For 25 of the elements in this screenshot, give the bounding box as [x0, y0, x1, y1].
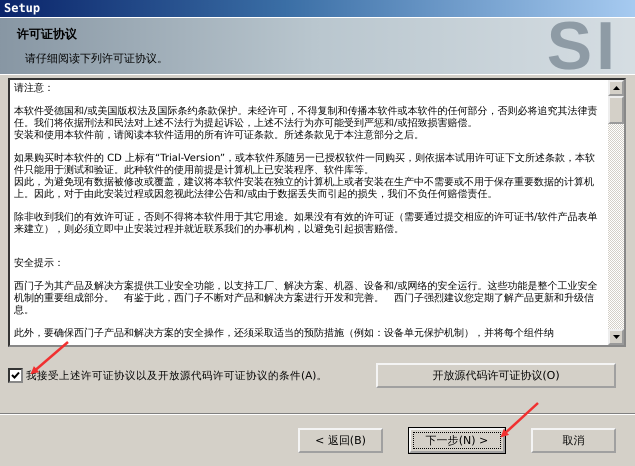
checkmark-icon [11, 371, 20, 380]
license-paragraph: 除非收到我们的有效许可证，否则不得将本软件用于其它用途。如果没有有效的许可证（需要通过提交相应的许可证书/软件产品表单来建立），则必须立即中止安装过程并就近联系我们的办事机构，以避免引起损害赔偿。 [14, 212, 598, 236]
scroll-thumb[interactable] [608, 96, 624, 124]
scroll-down-button[interactable] [608, 329, 624, 345]
license-paragraph: 因此，为避免现有数据被修改或覆盖，建议将本软件安装在独立的计算机上或者安装在生产中不需要或不用于保存重要数据的计算机上。因此，对于由此安装过程或因忽视此法律公告和/或由于数据丢失而引起的损失，我们不负任何赔偿责任。 [14, 177, 595, 201]
header-title: 许可证协议 [17, 26, 78, 43]
up-arrow-icon [612, 86, 620, 90]
license-paragraph: 如果购买时本软件的 CD 上标有“Trial-Version”，或本软件系随另一已授权软件一同购买，则依据本试用许可证下文所述条款，本软件只能用于测试和验证。此种软件的使用前提是计算机上已安装程序、软件库等。 [14, 153, 596, 176]
header-subtitle: 请仔细阅读下列许可证协议。 [25, 51, 168, 66]
checkbox[interactable] [8, 368, 23, 383]
license-paragraph: 西门子为其产品及解决方案提供工业安全功能，以支持工厂、解决方案、机器、设备和/或网络的安全运行。这些功能是整个工业安全机制的重要组成部分。 有鉴于此，西门子不断对产品和解决方案进行开发和完善。 西门子强烈建议您定期了解产品更新和升级信息。 [14, 281, 598, 317]
cancel-button[interactable]: 取消 [531, 428, 616, 453]
license-paragraph: 此外，要确保西门子产品和解决方案的安全操作，还须采取适当的预防措施（例如：设备单元保护机制），并将每个组件纳 [14, 328, 555, 340]
back-button[interactable]: < 返回(B) [298, 428, 383, 453]
next-button[interactable]: 下一步(N) > [409, 428, 505, 453]
license-paragraph: 安全提示： [14, 258, 65, 270]
down-arrow-icon [612, 335, 620, 339]
license-paragraph: 本软件受德国和/或美国版权法及国际条约条款保护。未经许可，不得复制和传播本软件或本软件的任何部分，否则必将追究其法律责任。我们将依据刑法和民法对上述不法行为提起诉讼，上述不法行为亦可能受到严惩和/或招致损害赔偿。 [14, 106, 598, 130]
license-paragraph: 请注意： [14, 83, 55, 95]
open-source-license-button[interactable]: 开放源代码许可证协议(O) [376, 363, 616, 388]
scroll-up-button[interactable] [608, 80, 624, 96]
annotation-arrow [500, 402, 539, 438]
license-paragraph: 安装和使用本软件前，请阅读本软件适用的所有许可证条款。所述条款见于本注意部分之后。 [14, 130, 425, 142]
logo-text: SI [546, 18, 620, 74]
window-title: Setup [0, 0, 635, 17]
